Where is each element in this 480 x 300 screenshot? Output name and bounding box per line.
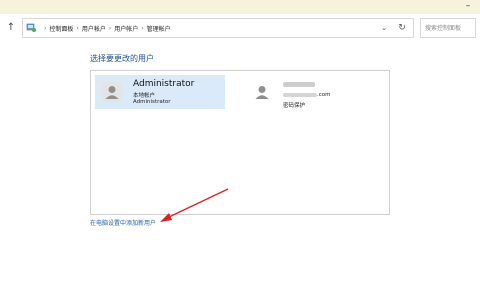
breadcrumb-separator: › (108, 24, 112, 32)
email-suffix: .com (317, 92, 331, 98)
search-input[interactable] (420, 18, 476, 38)
account-detail: Administrator (133, 99, 171, 105)
user-avatar-icon (252, 82, 272, 102)
email-redacted (283, 92, 317, 97)
account-email: .com (283, 92, 331, 98)
control-panel-icon (26, 23, 36, 32)
account-tile-microsoft[interactable]: .com 密码保护 (245, 75, 375, 109)
accounts-panel: Administrator 本地帐户 Administrator .com 密码… (90, 70, 390, 215)
breadcrumb-item-user-accounts[interactable]: 用户帐户 (82, 24, 106, 33)
breadcrumb-separator: › (141, 24, 144, 32)
page-title: 选择要更改的用户 (90, 54, 154, 63)
refresh-icon[interactable]: ↻ (395, 21, 409, 35)
minimize-button[interactable]: – (462, 0, 474, 14)
chevron-down-icon[interactable]: ⌄ (377, 21, 391, 35)
user-avatar-icon (102, 82, 122, 102)
breadcrumb-item-user-accounts-2[interactable]: 用户帐户 (114, 24, 138, 33)
breadcrumb: › 控制面板 › 用户帐户 › 用户帐户 › 管理帐户 (41, 19, 171, 37)
account-type: 本地帐户 (133, 93, 156, 99)
account-name: Administrator (133, 79, 195, 89)
arrow-up-icon[interactable]: ↑ (5, 21, 17, 35)
breadcrumb-item-control-panel[interactable]: 控制面板 (49, 24, 73, 33)
account-name-redacted (283, 82, 315, 87)
account-status: 密码保护 (283, 103, 306, 109)
breadcrumb-separator: › (76, 24, 79, 32)
window-titlebar: – (0, 0, 480, 14)
breadcrumb-separator: › (44, 24, 47, 32)
add-new-user-link[interactable]: 在电脑设置中添加新用户 (90, 218, 156, 227)
breadcrumb-item-manage-accounts[interactable]: 管理帐户 (147, 24, 171, 33)
address-bar[interactable]: › 控制面板 › 用户帐户 › 用户帐户 › 管理帐户 ⌄ ↻ (22, 18, 414, 38)
account-tile-administrator[interactable]: Administrator 本地帐户 Administrator (95, 75, 225, 109)
address-row: ↑ › 控制面板 › 用户帐户 › 用户帐户 › 管理帐户 ⌄ ↻ (0, 17, 480, 39)
